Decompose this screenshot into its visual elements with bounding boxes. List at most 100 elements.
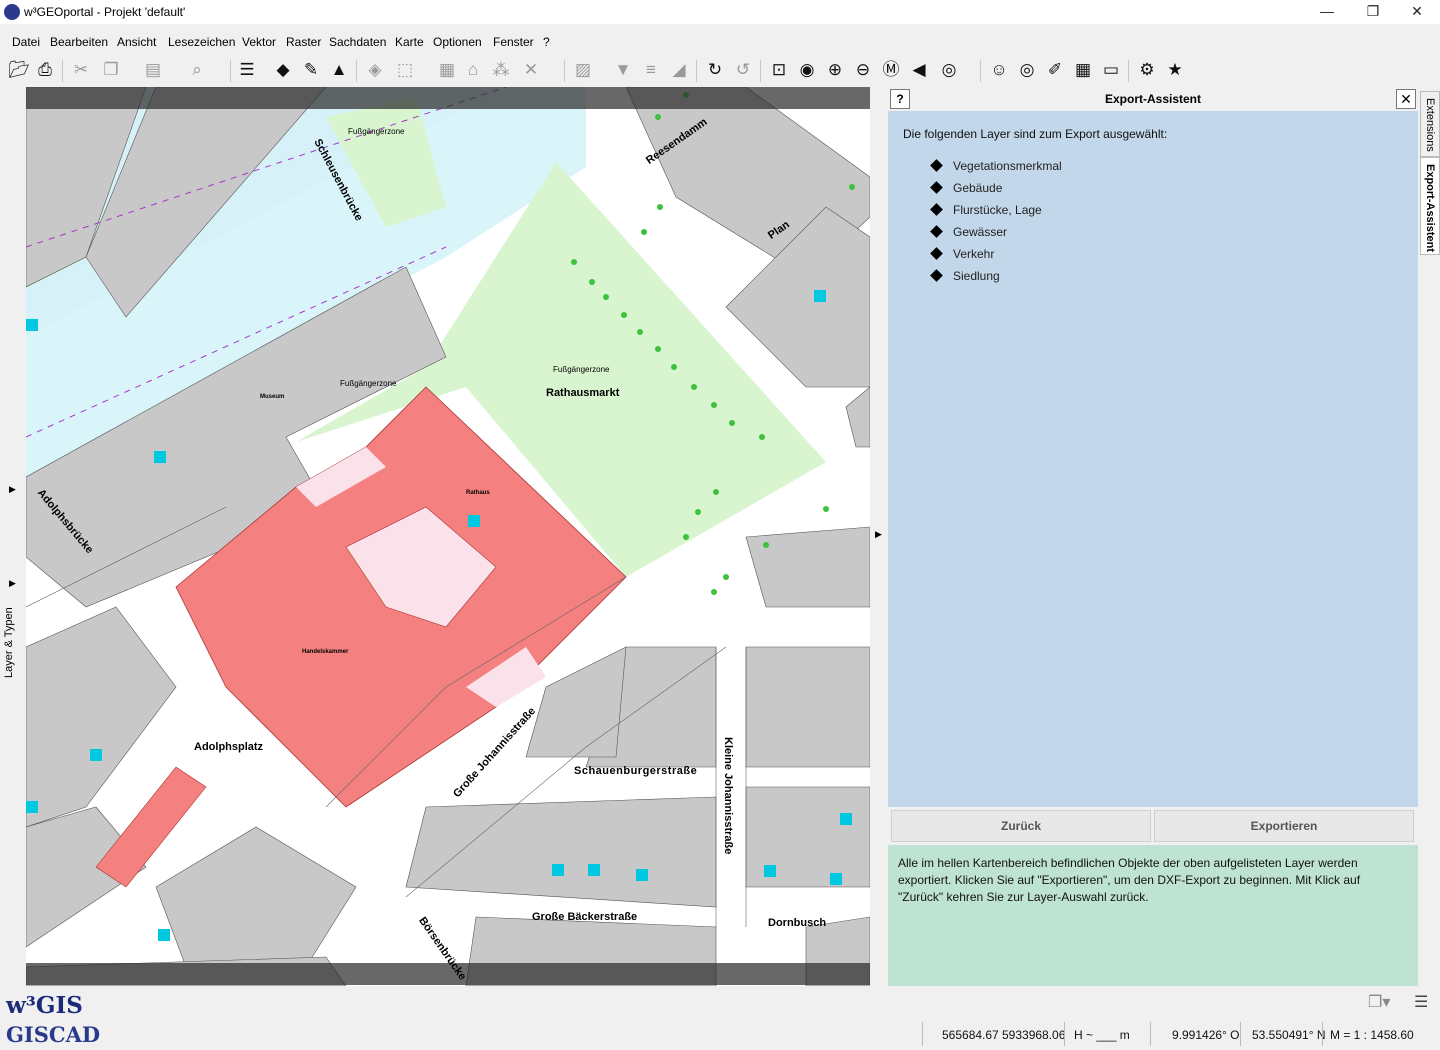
menu-vektor[interactable]: Vektor <box>242 35 276 49</box>
delete-icon[interactable]: ✕ <box>520 58 542 82</box>
zoom-in-icon[interactable]: ⊕ <box>824 58 846 82</box>
menu-fenster[interactable]: Fenster <box>493 35 534 49</box>
menu-lesezeichen[interactable]: Lesezeichen <box>168 35 235 49</box>
select-point-icon[interactable]: ◈ <box>364 58 386 82</box>
refresh-icon[interactable]: ↻ <box>704 58 726 82</box>
status-bar: w³GIS GISCAD ❐▾ ☰ 565684.67 5933968.06 H… <box>0 988 1440 1050</box>
place-label: Adolphsplatz <box>194 741 264 753</box>
menu-bearbeiten[interactable]: Bearbeiten <box>50 35 108 49</box>
paste-icon[interactable]: ▤ <box>142 58 164 82</box>
tab-export-assistent[interactable]: Export-Assistent <box>1420 157 1440 255</box>
folder-open-icon[interactable]: 📂︎ <box>8 58 30 82</box>
target-icon[interactable]: ◎ <box>1016 58 1038 82</box>
print-icon[interactable]: ⎙ <box>34 58 56 82</box>
menu-datei[interactable]: Datei <box>12 35 40 49</box>
draw-line-icon[interactable]: ✎ <box>300 58 322 82</box>
list-item: Siedlung <box>928 265 1062 287</box>
bullet-icon <box>930 247 943 260</box>
zoom-frame-icon[interactable]: ⊡ <box>768 58 790 82</box>
bullet-icon <box>930 225 943 238</box>
menu-help[interactable]: ? <box>543 35 550 49</box>
help-button[interactable]: ? <box>890 89 910 109</box>
height-field: H ~ ___ m <box>1074 1028 1130 1042</box>
layers-icon[interactable]: ◆ <box>272 58 294 82</box>
refresh-disabled-icon[interactable]: ↺ <box>732 58 754 82</box>
back-icon[interactable]: ◀ <box>908 58 930 82</box>
app-icon <box>4 4 20 20</box>
button-row: Zurück Exportieren <box>888 807 1418 845</box>
menu-karte[interactable]: Karte <box>395 35 424 49</box>
select-area-icon[interactable]: ⬚ <box>394 58 416 82</box>
place-label: Dornbusch <box>768 917 827 929</box>
zoom-m-icon[interactable]: Ⓜ <box>880 58 902 82</box>
right-tabs: Extensions Export-Assistent <box>1418 87 1440 986</box>
bullet-icon <box>930 269 943 282</box>
layer-panel-tab[interactable]: ▶ Layer & Typen ▶ <box>0 88 22 986</box>
list-item: Verkehr <box>928 243 1062 265</box>
person-icon[interactable]: ☺ <box>988 58 1010 82</box>
list-view-icon[interactable]: ☰ <box>1414 992 1428 1012</box>
zoom-out-icon[interactable]: ⊖ <box>852 58 874 82</box>
list-item: Gewässer <box>928 221 1062 243</box>
list-item: Gebäude <box>928 177 1062 199</box>
cut-icon[interactable]: ✂ <box>70 58 92 82</box>
expand-arrow-icon[interactable]: ▶ <box>9 484 16 495</box>
menu-optionen[interactable]: Optionen <box>433 35 482 49</box>
bookmark-icon[interactable]: ☰ <box>236 58 258 82</box>
zoom-center-icon[interactable]: ◉ <box>796 58 818 82</box>
back-button[interactable]: Zurück <box>891 810 1151 842</box>
bullet-icon <box>930 203 943 216</box>
export-button[interactable]: Exportieren <box>1154 810 1414 842</box>
menu-ansicht[interactable]: Ansicht <box>117 35 156 49</box>
minimize-button[interactable]: — <box>1304 0 1350 24</box>
layer-panel-label: Layer & Typen <box>3 607 15 678</box>
building-label: Handelskammer <box>302 649 349 655</box>
building-label: Rathaus <box>466 490 490 496</box>
menu-raster[interactable]: Raster <box>286 35 321 49</box>
edit-icon[interactable]: ✐ <box>1044 58 1066 82</box>
map-canvas[interactable]: Schleusenbrücke Reesendamm Plan Adolphsb… <box>26 87 870 986</box>
panel-header: Export-Assistent ? ✕ <box>888 87 1418 112</box>
fill-icon[interactable]: ▼ <box>612 58 634 82</box>
logo-w3gis: w³GIS <box>6 992 83 1019</box>
place-label: Rathausmarkt <box>546 387 620 399</box>
street-label: Kleine Johannisstraße <box>722 737 734 855</box>
toolbar: 📂︎ ⎙ ✂ ❐ ▤ ⌕ ☰ ◆ ✎ ▲ ◈ ⬚ ▦ ⌂ ⁂ ✕ ▨ ▼ ≡ ◢… <box>0 56 1440 86</box>
copy-window-icon[interactable]: ❐▾ <box>1368 992 1390 1012</box>
collapse-arrow-icon[interactable]: ▶ <box>875 529 882 540</box>
close-button[interactable]: ✕ <box>1394 0 1440 24</box>
title-bar: w³GEOportal - Projekt 'default' — ❐ ✕ <box>0 0 1440 24</box>
grid-icon[interactable]: ▦ <box>436 58 458 82</box>
map-top-band <box>26 87 870 109</box>
hatch-icon[interactable]: ▨ <box>572 58 594 82</box>
street-label: Schauenburgerstraße <box>574 765 698 777</box>
group-icon[interactable]: ⁂ <box>490 58 512 82</box>
map-drawing <box>26 87 870 986</box>
bullet-icon <box>930 159 943 172</box>
zoom-full-icon[interactable]: ◎ <box>938 58 960 82</box>
coord-y: 5933968.06 <box>1002 1028 1066 1042</box>
fill3-icon[interactable]: ◢ <box>668 58 690 82</box>
panel-body: Die folgenden Layer sind zum Export ausg… <box>888 111 1418 807</box>
expand-arrow-icon-2[interactable]: ▶ <box>9 578 16 589</box>
tab-extensions[interactable]: Extensions <box>1420 91 1440 157</box>
house-icon[interactable]: ⌂ <box>462 58 484 82</box>
settings-icon[interactable]: ⚙ <box>1136 58 1158 82</box>
panel-title: Export-Assistent <box>1104 92 1202 106</box>
longitude-field: 9.991426° O <box>1172 1028 1240 1042</box>
fill2-icon[interactable]: ≡ <box>640 58 662 82</box>
terrain-icon[interactable]: ▲ <box>328 58 350 82</box>
building-label: Museum <box>260 394 285 400</box>
star-icon[interactable]: ★ <box>1164 58 1186 82</box>
table-icon[interactable]: ▦ <box>1072 58 1094 82</box>
comment-icon[interactable]: ▭ <box>1100 58 1122 82</box>
menu-sachdaten[interactable]: Sachdaten <box>329 35 386 49</box>
zoom-icon[interactable]: ⌕ <box>186 58 208 82</box>
zone-label: Fußgängerzone <box>340 379 397 388</box>
latitude-field: 53.550491° N <box>1252 1028 1326 1042</box>
scale-field: M = 1 : 1458.60 <box>1330 1028 1414 1042</box>
panel-splitter[interactable]: ▶ <box>872 87 886 986</box>
maximize-button[interactable]: ❐ <box>1350 0 1396 24</box>
copy-icon[interactable]: ❐ <box>100 58 122 82</box>
panel-close-button[interactable]: ✕ <box>1396 89 1416 109</box>
